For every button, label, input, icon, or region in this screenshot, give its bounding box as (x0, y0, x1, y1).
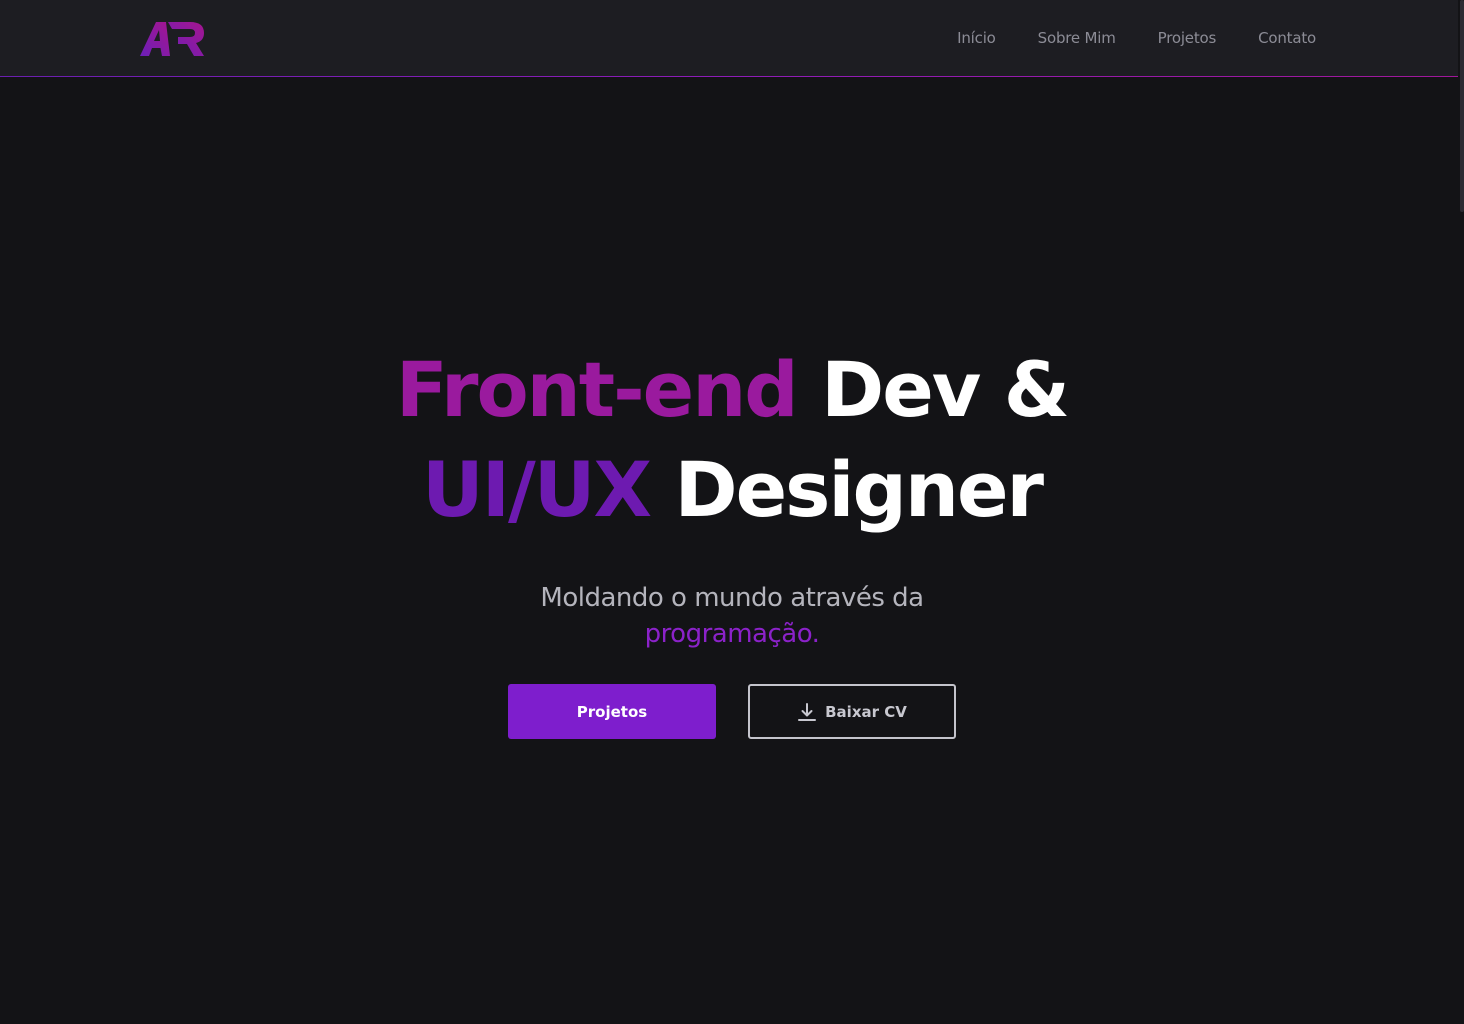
hero-buttons: Projetos Baixar CV (0, 684, 1464, 739)
nav-item-sobre-mim[interactable]: Sobre Mim (1038, 29, 1116, 47)
projetos-button[interactable]: Projetos (508, 684, 716, 739)
hero-title-accent-2: UI/UX (422, 445, 652, 534)
nav-item-contato[interactable]: Contato (1258, 29, 1316, 47)
nav-item-projetos[interactable]: Projetos (1158, 29, 1217, 47)
hero-title: Front-end Dev & UI/UX Designer (0, 340, 1464, 540)
hero-title-rest-1: Dev & (796, 345, 1070, 434)
projetos-button-label: Projetos (576, 702, 648, 721)
hero-title-rest-2: Designer (650, 445, 1044, 534)
baixar-cv-button[interactable]: Baixar CV (748, 684, 956, 739)
nav-item-inicio[interactable]: Início (957, 29, 996, 47)
header-divider (0, 76, 1464, 77)
baixar-cv-button-label: Baixar CV (825, 702, 907, 721)
scrollbar-thumb[interactable] (1460, 0, 1464, 212)
site-header: Início Sobre Mim Projetos Contato (0, 0, 1464, 77)
page: Início Sobre Mim Projetos Contato Front-… (0, 0, 1464, 1024)
main-nav: Início Sobre Mim Projetos Contato (957, 0, 1316, 76)
hero-subtitle-highlight: programação. (644, 619, 820, 649)
hero-subtitle-text: Moldando o mundo através da (540, 583, 924, 613)
hero-title-line-1: Front-end Dev & (0, 340, 1464, 440)
hero-section: Front-end Dev & UI/UX Designer Moldando … (0, 340, 1464, 739)
scrollbar[interactable] (1458, 0, 1464, 1024)
logo-icon[interactable] (140, 20, 206, 58)
hero-subtitle: Moldando o mundo através da programação. (482, 580, 982, 652)
download-icon (798, 702, 817, 721)
hero-title-accent-1: Front-end (395, 345, 799, 434)
hero-title-line-2: UI/UX Designer (0, 440, 1464, 540)
